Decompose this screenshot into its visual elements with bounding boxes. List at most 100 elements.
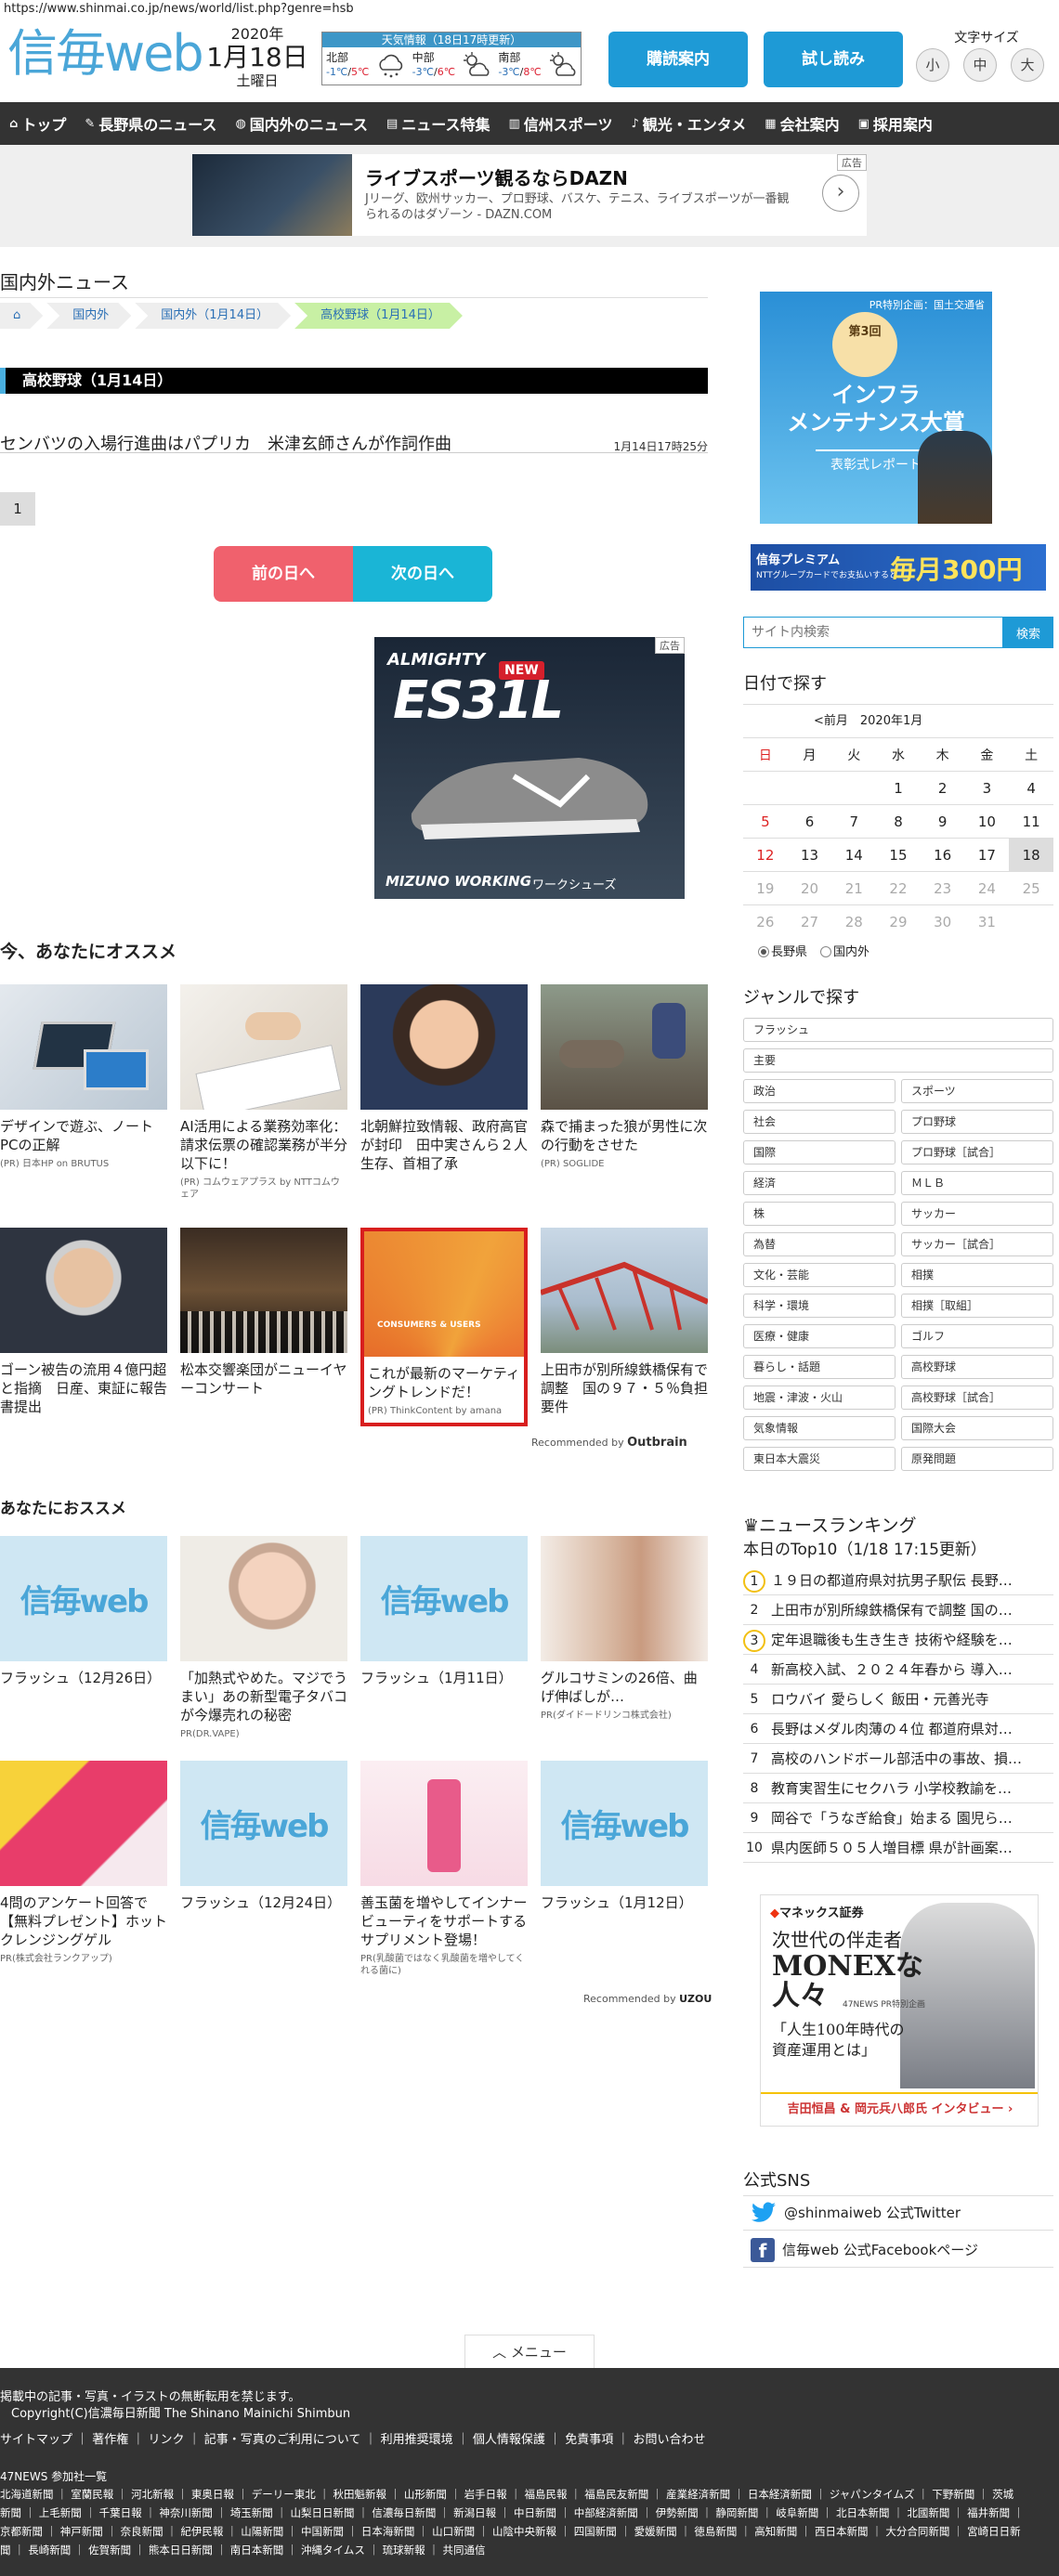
nav-top[interactable]: ⌂ トップ xyxy=(0,112,75,135)
genre-item[interactable]: サッカー［試合］ xyxy=(901,1232,1053,1256)
recommend2-card[interactable]: 4問のアンケート回答で【無料プレゼント】ホットクレンジングゲル PR(株式会社ラ… xyxy=(0,1761,167,1965)
radio-nagano[interactable]: 長野県 xyxy=(758,942,807,959)
calendar-day[interactable]: 10 xyxy=(964,804,1010,839)
calendar-day[interactable]: 7 xyxy=(831,804,877,839)
recommend2-card[interactable]: 信毎web フラッシュ（1月11日） xyxy=(360,1536,528,1691)
calendar-day[interactable]: 6 xyxy=(787,804,832,839)
calendar-day[interactable]: 16 xyxy=(920,838,965,872)
nav-feature[interactable]: ▤ ニュース特集 xyxy=(377,112,500,135)
uzou-credit[interactable]: Recommended by UZOU xyxy=(583,1993,712,2005)
search-input[interactable] xyxy=(743,617,1003,648)
genre-item[interactable]: 医療・健康 xyxy=(743,1324,896,1348)
weather-widget[interactable]: 天気情報（18日17時更新） 北部 -1℃/5℃ 中部 -3℃/6℃ 南部 -3… xyxy=(321,32,582,85)
genre-item[interactable]: 東日本大震災 xyxy=(743,1447,896,1471)
nav-company[interactable]: ▦ 会社案内 xyxy=(755,112,848,135)
genre-item[interactable]: ＭＬＢ xyxy=(901,1171,1053,1195)
genre-item[interactable]: 高校野球［試合］ xyxy=(901,1386,1053,1410)
genre-item[interactable]: プロ野球［試合］ xyxy=(901,1140,1053,1164)
genre-item[interactable]: 暮らし・話題 xyxy=(743,1355,896,1379)
genre-item[interactable]: 為替 xyxy=(743,1232,896,1256)
breadcrumb-world-date[interactable]: 国内外（1月14日） xyxy=(135,303,291,329)
ranking-item[interactable]: 9 岡谷で「うなぎ給食」始まる 園児ら… xyxy=(743,1803,1053,1833)
monex-ad[interactable]: ◆マネックス証券 次世代の伴走者 MONEXな 人々 47NEWS PR特別企画… xyxy=(760,1894,1039,2127)
ranking-item[interactable]: 3 定年退職後も生き生き 技術や経験を… xyxy=(743,1625,1053,1655)
menu-button[interactable]: ︿ メニュー xyxy=(464,2335,595,2368)
recommend2-card[interactable]: 信毎web フラッシュ（12月24日） xyxy=(180,1761,347,1916)
calendar-day[interactable]: 5 xyxy=(743,804,788,839)
dazn-ad[interactable]: ライブスポーツ観るならDAZN Jリーグ、欧州サッカー、プロ野球、バスケ、テニス… xyxy=(192,154,867,236)
genre-item[interactable]: 科学・環境 xyxy=(743,1294,896,1318)
ranking-item[interactable]: 8 教育実習生にセクハラ 小学校教諭を… xyxy=(743,1774,1053,1803)
genre-item[interactable]: 主要 xyxy=(743,1048,1053,1073)
infra-award-banner[interactable]: PR特別企画：国土交通省 第3回 インフラ メンテナンス大賞 表彰式レポート xyxy=(760,292,992,524)
calendar-day[interactable]: 1 xyxy=(876,771,921,805)
recommend-card[interactable]: 北朝鮮拉致情報、政府高官が封印 田中実さんら２人生存、首相了承 xyxy=(360,984,528,1177)
genre-item[interactable]: プロ野球 xyxy=(901,1110,1053,1134)
genre-item[interactable]: 地震・津波・火山 xyxy=(743,1386,896,1410)
genre-item[interactable]: 経済 xyxy=(743,1171,896,1195)
recommend-card-highlighted[interactable]: CONSUMERS & USERS これが最新のマーケティングトレンドだ！ (P… xyxy=(360,1228,528,1426)
breadcrumb-current[interactable]: 高校野球（1月14日） xyxy=(294,303,463,329)
twitter-link[interactable]: @shinmaiweb 公式Twitter xyxy=(743,2195,1053,2231)
calendar-day[interactable]: 17 xyxy=(964,838,1010,872)
search-button[interactable]: 検索 xyxy=(1003,617,1053,648)
footer-47news-list[interactable]: 京都新聞 ｜ 神戸新聞 ｜ 奈良新聞 ｜ 紀伊民報 ｜ 山陽新聞 ｜ 中国新聞 … xyxy=(0,2524,1021,2539)
recommend-card[interactable]: AI活用による業務効率化：請求伝票の確認業務が半分以下に！ (PR) コムウェア… xyxy=(180,984,347,1201)
genre-item[interactable]: 相撲 xyxy=(901,1263,1053,1287)
calendar-day[interactable]: 8 xyxy=(876,804,921,839)
ranking-item[interactable]: 1 １９日の都道府県対抗男子駅伝 長野… xyxy=(743,1566,1053,1595)
genre-item[interactable]: 気象情報 xyxy=(743,1416,896,1440)
calendar-day-today[interactable]: 18 xyxy=(1009,838,1053,872)
ad-cta[interactable]: 吉田恒昌 & 岡元兵八郎氏 インタビュー › xyxy=(761,2092,1038,2126)
fontsize-large-button[interactable]: 大 xyxy=(1011,48,1044,82)
genre-item[interactable]: 原発問題 xyxy=(901,1447,1053,1471)
premium-banner[interactable]: 信毎プレミアム NTTグループカードでお支払いすると 毎月300円 xyxy=(751,544,1046,591)
genre-item[interactable]: 国際 xyxy=(743,1140,896,1164)
nav-nagano[interactable]: ✎ 長野県のニュース xyxy=(75,112,226,135)
genre-item[interactable]: 相撲［取組］ xyxy=(901,1294,1053,1318)
ranking-item[interactable]: 5 ロウバイ 愛らしく 飯田・元善光寺 xyxy=(743,1685,1053,1714)
genre-item[interactable]: ゴルフ xyxy=(901,1324,1053,1348)
shoe-ad[interactable]: ALMIGHTY ES31L NEW MIZUNO WORKING ワークシュー… xyxy=(374,637,685,899)
genre-item[interactable]: フラッシュ xyxy=(743,1018,1053,1042)
recommend2-card[interactable]: グルコサミンの26倍、曲げ伸ばしが… PR(ダイドードリンコ株式会社) xyxy=(541,1536,708,1722)
radio-world[interactable]: 国内外 xyxy=(820,942,869,959)
prev-day-button[interactable]: 前の日へ xyxy=(214,546,353,602)
genre-item[interactable]: 株 xyxy=(743,1202,896,1226)
ranking-item[interactable]: 6 長野はメダル肉薄の４位 都道府県対… xyxy=(743,1714,1053,1744)
facebook-link[interactable]: f 信毎web 公式Facebookページ xyxy=(743,2232,1053,2268)
breadcrumb-world[interactable]: 国内外 xyxy=(46,303,131,329)
calendar-day[interactable]: 15 xyxy=(876,838,921,872)
genre-item[interactable]: 高校野球 xyxy=(901,1355,1053,1379)
nav-recruit[interactable]: ▣ 採用案内 xyxy=(849,112,942,135)
prev-month-link[interactable]: <前月 2020年1月 xyxy=(814,714,922,728)
footer-47news-list[interactable]: 新聞 ｜ 上毛新聞 ｜ 千葉日報 ｜ 神奈川新聞 ｜ 埼玉新聞 ｜ 山梨日日新聞… xyxy=(0,2505,1024,2520)
ranking-item[interactable]: 10 県内医師５０５人増目標 県が計画案… xyxy=(743,1833,1053,1863)
genre-item[interactable]: スポーツ xyxy=(901,1079,1053,1103)
calendar-day[interactable]: 4 xyxy=(1009,771,1053,805)
genre-item[interactable]: 社会 xyxy=(743,1110,896,1134)
calendar-day[interactable]: 11 xyxy=(1009,804,1053,839)
recommend2-card[interactable]: 信毎web フラッシュ（1月12日） xyxy=(541,1761,708,1916)
calendar-day[interactable]: 12 xyxy=(743,838,788,872)
article-row[interactable]: センバツの入場行進曲はパプリカ 米津玄師さんが作詞作曲 1月14日17時25分 xyxy=(0,429,708,455)
breadcrumb-home[interactable]: ⌂ xyxy=(0,303,43,329)
chevron-right-icon[interactable]: › xyxy=(822,175,859,212)
nav-sports[interactable]: ▥ 信州スポーツ xyxy=(499,112,621,135)
calendar-day[interactable]: 14 xyxy=(831,838,877,872)
calendar-day[interactable]: 9 xyxy=(920,804,965,839)
recommend-card[interactable]: 松本交響楽団がニューイヤーコンサート xyxy=(180,1228,347,1401)
footer-links[interactable]: サイトマップ ｜ 著作権 ｜ リンク ｜ 記事・写真のご利用について ｜ 利用推… xyxy=(0,2429,705,2447)
recommend2-card[interactable]: 信毎web フラッシュ（12月26日） xyxy=(0,1536,167,1691)
genre-item[interactable]: 政治 xyxy=(743,1079,896,1103)
outbrain-credit[interactable]: Recommended by Outbrain xyxy=(531,1436,687,1450)
genre-item[interactable]: サッカー xyxy=(901,1202,1053,1226)
site-logo[interactable]: 信毎web xyxy=(7,26,204,82)
recommend-card[interactable]: 森で捕まった狼が男性に次の行動をさせた (PR) SOGLIDE xyxy=(541,984,708,1170)
calendar-day[interactable]: 13 xyxy=(787,838,832,872)
trial-button[interactable]: 試し読み xyxy=(764,32,903,87)
recommend-card[interactable]: ゴーン被告の流用４億円超と指摘 日産、東証に報告書提出 xyxy=(0,1228,167,1420)
next-day-button[interactable]: 次の日へ xyxy=(353,546,492,602)
article-title[interactable]: センバツの入場行進曲はパプリカ 米津玄師さんが作詞作曲 xyxy=(0,431,451,455)
recommend-card[interactable]: デザインで遊ぶ、ノートPCの正解 (PR) 日本HP on BRUTUS xyxy=(0,984,167,1170)
